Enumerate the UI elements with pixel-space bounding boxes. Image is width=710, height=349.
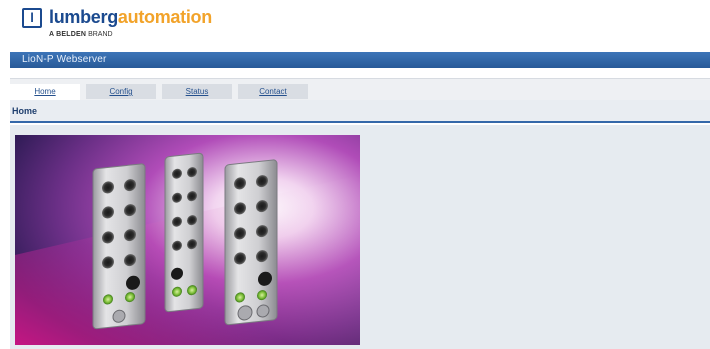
module-middle (164, 152, 204, 313)
tab-status[interactable]: Status (162, 84, 232, 99)
app-title-bar: LioN-P Webserver (10, 52, 710, 68)
brand-tagline: A BELDEN BRAND (49, 31, 113, 39)
brand-wordmark: lumbergautomation (49, 6, 212, 28)
brand-tagline-rest: BRAND (88, 31, 113, 38)
tab-config[interactable]: Config (86, 84, 156, 99)
brand-secondary: automation (117, 7, 212, 27)
page-title: Home (12, 106, 38, 116)
brand-tagline-strong: A BELDEN (49, 31, 87, 38)
brand-primary: lumberg (49, 7, 118, 27)
tab-home[interactable]: Home (10, 84, 80, 100)
main-tabs: Home Config Status Contact (10, 84, 314, 100)
section-header: Home (10, 100, 710, 123)
tab-contact[interactable]: Contact (238, 84, 308, 99)
module-right (224, 159, 278, 326)
logo-mark-icon: l (22, 8, 42, 28)
module-left (92, 163, 146, 330)
product-photo-icon (15, 135, 360, 345)
page: l lumbergautomation A BELDEN BRAND LioN-… (0, 0, 710, 349)
brand-logo: l lumbergautomation A BELDEN BRAND (22, 6, 212, 42)
app-title: LioN-P Webserver (22, 54, 107, 65)
content-area (10, 125, 710, 349)
product-image (15, 135, 360, 345)
